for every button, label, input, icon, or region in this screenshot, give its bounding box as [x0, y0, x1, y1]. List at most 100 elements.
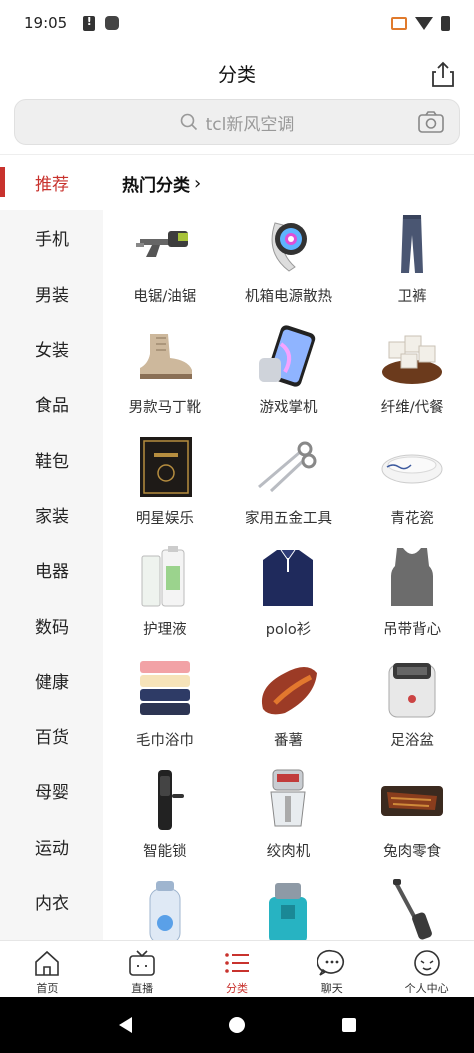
- tv-icon: [129, 950, 155, 976]
- category-item[interactable]: 家用五金工具: [227, 433, 351, 544]
- sidebar-item-label: 百货: [35, 728, 69, 749]
- category-label: 纤维/代餐: [380, 400, 444, 416]
- sidebar-item-appliances[interactable]: 电器: [0, 542, 103, 597]
- category-item[interactable]: 游戏掌机: [227, 322, 351, 433]
- recents-icon[interactable]: [340, 1016, 358, 1034]
- search-icon: [180, 113, 197, 131]
- sidebar-item-health[interactable]: 健康: [0, 653, 103, 708]
- list-icon: [225, 953, 249, 973]
- sidebar-item-digital[interactable]: 数码: [0, 597, 103, 652]
- sidebar-item-label: 家装: [35, 506, 69, 527]
- home-circle-icon[interactable]: [227, 1015, 247, 1035]
- category-item[interactable]: 护理液: [103, 544, 227, 655]
- tab-chat[interactable]: 聊天: [284, 941, 379, 997]
- sidebar-item-home-decor[interactable]: 家装: [0, 487, 103, 542]
- tank-top-icon: [391, 548, 434, 606]
- sidebar-item-label: 电器: [35, 562, 69, 583]
- category-label: 吊带背心: [383, 622, 442, 638]
- category-item[interactable]: 明星娱乐: [103, 433, 227, 544]
- grilled-meat-icon: [381, 786, 444, 816]
- category-item[interactable]: 足浴盆: [350, 655, 474, 766]
- category-item[interactable]: [227, 877, 351, 940]
- chevron-right-icon: ›: [194, 172, 202, 194]
- category-label: 毛巾浴巾: [135, 733, 194, 749]
- category-item[interactable]: 智能锁: [103, 766, 227, 877]
- camera-icon[interactable]: [417, 109, 445, 135]
- category-item[interactable]: 兔肉零食: [350, 766, 474, 877]
- polo-shirt-icon: [263, 549, 314, 606]
- tab-label: 直播: [131, 982, 154, 995]
- sidebar-item-baby[interactable]: 母婴: [0, 763, 103, 818]
- chat-icon: [316, 949, 344, 976]
- category-label: 足浴盆: [390, 733, 434, 749]
- tab-category[interactable]: 分类: [190, 941, 285, 997]
- sidebar-item-label: 女装: [35, 341, 69, 362]
- battery-icon: [441, 15, 450, 31]
- teal-bottle-icon: [269, 883, 308, 940]
- smart-lock-icon: [157, 770, 184, 830]
- back-icon[interactable]: [116, 1015, 134, 1035]
- sidebar-item-menswear[interactable]: 男装: [0, 266, 103, 321]
- section-title: 热门分类: [122, 175, 190, 196]
- sidebar-item-womenswear[interactable]: 女装: [0, 321, 103, 376]
- sidebar-item-shoes-bags[interactable]: 鞋包: [0, 431, 103, 486]
- category-item[interactable]: 毛巾浴巾: [103, 655, 227, 766]
- share-icon[interactable]: [430, 60, 456, 88]
- category-item[interactable]: 吊带背心: [350, 544, 474, 655]
- status-bar: 19:05: [0, 0, 474, 46]
- category-item[interactable]: polo衫: [227, 544, 351, 655]
- wifi-icon: [415, 16, 433, 30]
- sidebar-item-label: 数码: [35, 617, 69, 638]
- tab-label: 分类: [225, 982, 248, 995]
- sidebar-item-food[interactable]: 食品: [0, 376, 103, 431]
- category-content: 热门分类 › 电锯/油锯 机箱电源散热 卫裤 男款马丁靴 游戏掌机 纤维/代餐 …: [103, 155, 474, 940]
- category-label: 绞肉机: [266, 844, 311, 860]
- sidebar-item-label: 内衣: [35, 894, 69, 914]
- category-sidebar: 推荐 手机 男装 女装 食品 鞋包 家装 电器 数码 健康 百货 母婴 运动 内…: [0, 155, 103, 940]
- book-icon: [139, 437, 192, 497]
- meat-grinder-icon: [270, 769, 307, 827]
- category-item[interactable]: 纤维/代餐: [350, 322, 474, 433]
- category-item[interactable]: 卫裤: [350, 211, 474, 322]
- category-item[interactable]: 男款马丁靴: [103, 322, 227, 433]
- chainsaw-icon: [135, 231, 188, 257]
- sidebar-item-recommend[interactable]: 推荐: [0, 155, 103, 211]
- tab-profile[interactable]: 个人中心: [379, 941, 474, 997]
- category-label: polo衫: [265, 622, 312, 638]
- floor-washer-icon: [393, 879, 433, 940]
- search-bar[interactable]: tcl新风空调: [14, 99, 460, 145]
- sidebar-item-sports[interactable]: 运动: [0, 819, 103, 874]
- hot-categories-header[interactable]: 热门分类 ›: [103, 155, 474, 211]
- tab-live[interactable]: 直播: [95, 941, 190, 997]
- scissors-icon: [258, 441, 317, 493]
- sweatpants-icon: [401, 215, 424, 273]
- tab-home[interactable]: 首页: [0, 941, 95, 997]
- sidebar-item-underwear[interactable]: 内衣: [0, 874, 103, 929]
- page-title: 分类: [217, 63, 256, 86]
- category-label: 护理液: [143, 622, 187, 638]
- cooling-fan-icon: [272, 222, 308, 272]
- category-item[interactable]: [103, 877, 227, 940]
- category-item[interactable]: 机箱电源散热: [227, 211, 351, 322]
- phone-icon: [259, 325, 316, 387]
- meal-replacement-icon: [382, 335, 443, 384]
- category-label: 青花瓷: [390, 511, 434, 527]
- profile-icon: [413, 950, 440, 976]
- sidebar-item-label: 鞋包: [35, 451, 69, 472]
- category-label: 番薯: [273, 733, 303, 749]
- sidebar-item-label: 男装: [35, 285, 69, 306]
- category-label: 卫裤: [397, 289, 427, 305]
- sweet-potato-icon: [262, 667, 318, 715]
- sidebar-item-phones[interactable]: 手机: [0, 210, 103, 265]
- category-item[interactable]: [350, 877, 474, 940]
- sidebar-item-general-goods[interactable]: 百货: [0, 708, 103, 763]
- cast-icon: [391, 16, 407, 30]
- sidebar-item-label: 母婴: [35, 783, 69, 804]
- category-item[interactable]: 绞肉机: [227, 766, 351, 877]
- category-item[interactable]: 青花瓷: [350, 433, 474, 544]
- foot-bath-icon: [388, 663, 436, 718]
- category-item[interactable]: 番薯: [227, 655, 351, 766]
- category-item[interactable]: 电锯/油锯: [103, 211, 227, 322]
- tab-label: 首页: [36, 982, 59, 995]
- martin-boots-icon: [139, 334, 192, 379]
